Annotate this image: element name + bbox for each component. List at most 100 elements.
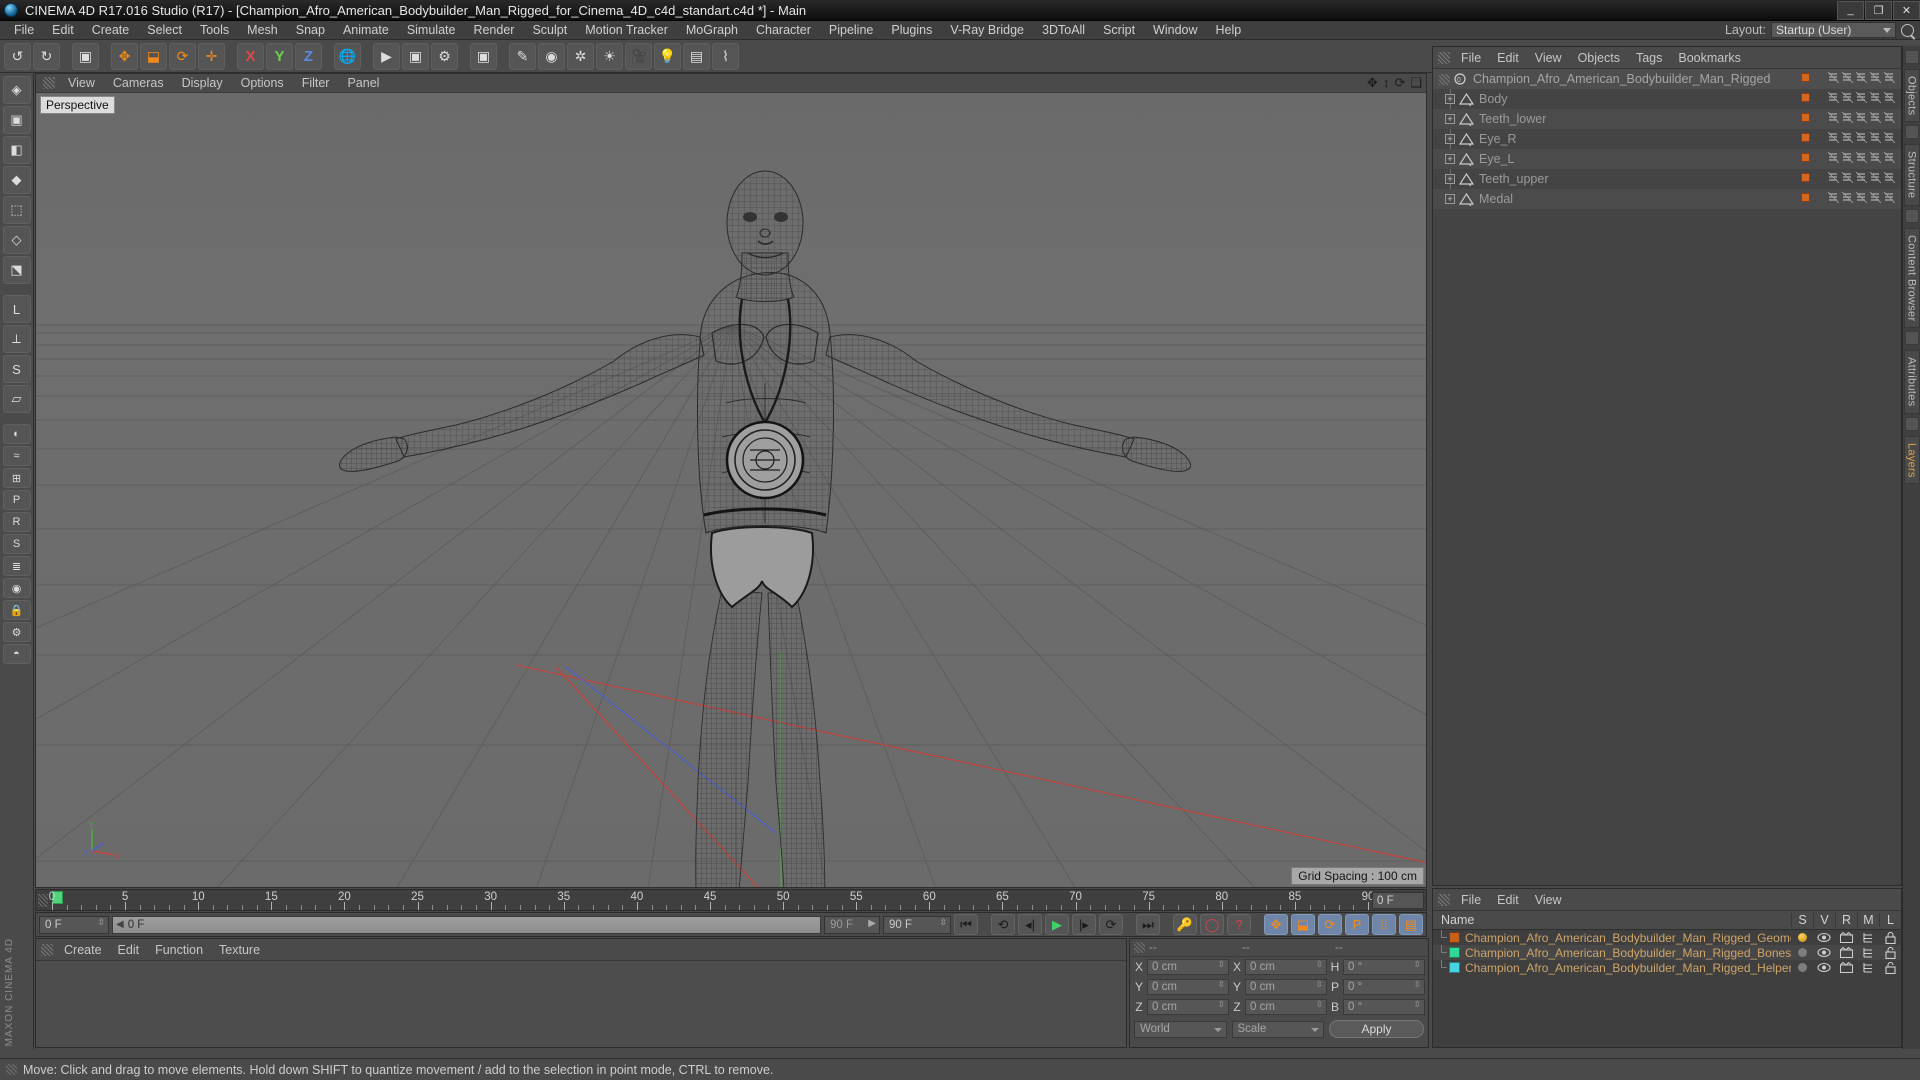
- cube-primitive-button[interactable]: ▣: [470, 42, 497, 70]
- layout-dropdown[interactable]: Startup (User): [1771, 22, 1896, 38]
- object-tree[interactable]: 0 Champion_Afro_American_Bodybuilder_Man_…: [1433, 69, 1901, 885]
- uv-tag-icon[interactable]: [1869, 191, 1882, 204]
- panel-grip-icon[interactable]: [38, 894, 48, 907]
- render-settings-button[interactable]: ⚙: [431, 42, 458, 70]
- preview-end-field[interactable]: 90 F ▶: [824, 915, 880, 934]
- skin-tag-icon[interactable]: [1841, 111, 1854, 124]
- dock-tab-attributes[interactable]: Attributes: [1903, 350, 1920, 414]
- uv-tag-icon[interactable]: [1869, 151, 1882, 164]
- menu-edit[interactable]: Edit: [43, 21, 83, 40]
- menu-animate[interactable]: Animate: [334, 21, 398, 40]
- spinner-icon[interactable]: ⇳: [97, 917, 105, 926]
- expand-toggle-icon[interactable]: +: [1445, 94, 1455, 104]
- layer-visible-toggle[interactable]: [1813, 932, 1835, 944]
- layer-solo-toggle[interactable]: [1791, 947, 1813, 959]
- dock-icon-content-browser[interactable]: [1904, 208, 1919, 223]
- matmgr-menu-edit[interactable]: Edit: [110, 939, 148, 961]
- phong-tag-icon[interactable]: [1883, 111, 1896, 124]
- minimize-button[interactable]: _: [1837, 0, 1864, 20]
- size-y-input[interactable]: 0 cm ⇳: [1245, 979, 1327, 995]
- tool-viewport-solo[interactable]: ◐: [2, 424, 31, 444]
- transform-button[interactable]: ✛: [198, 42, 225, 70]
- layer-visible-toggle[interactable]: [1813, 947, 1835, 959]
- object-row-root[interactable]: 0 Champion_Afro_American_Bodybuilder_Man_…: [1433, 69, 1901, 89]
- tool-lock[interactable]: 🔒: [2, 600, 31, 620]
- panel-grip-icon[interactable]: [1438, 51, 1450, 64]
- phong-tag-icon[interactable]: [1883, 151, 1896, 164]
- panel-grip-icon[interactable]: [6, 1064, 17, 1075]
- object-row[interactable]: + Teeth_upper: [1433, 169, 1901, 189]
- coordinate-mode-dropdown[interactable]: Scale: [1231, 1020, 1324, 1038]
- viewport-menu-display[interactable]: Display: [173, 74, 232, 93]
- move-button[interactable]: ✥: [111, 42, 138, 70]
- maximize-button[interactable]: ❐: [1865, 0, 1892, 20]
- layer-render-toggle[interactable]: [1835, 947, 1857, 959]
- layer-lock-toggle[interactable]: [1879, 946, 1901, 959]
- object-row[interactable]: + Medal: [1433, 189, 1901, 209]
- timeline-button[interactable]: ▤: [1399, 914, 1423, 935]
- material-tag-icon[interactable]: [1801, 73, 1810, 82]
- weight-tag-icon[interactable]: [1827, 191, 1840, 204]
- dock-tab-layers[interactable]: Layers: [1903, 435, 1920, 485]
- viewport-menu-view[interactable]: View: [59, 74, 104, 93]
- menu-v-ray-bridge[interactable]: V-Ray Bridge: [941, 21, 1033, 40]
- tool-edge-mode[interactable]: ◇: [2, 226, 31, 254]
- spinner-icon[interactable]: ⇳: [1217, 980, 1225, 989]
- material-tag-icon[interactable]: [1801, 193, 1810, 202]
- layer-lock-toggle[interactable]: [1879, 961, 1901, 974]
- generator-button[interactable]: ◉: [538, 42, 565, 70]
- current-frame-input[interactable]: 0 F ⇳: [39, 915, 109, 934]
- weight-tag-icon[interactable]: [1827, 71, 1840, 84]
- skin-tag-icon[interactable]: [1841, 151, 1854, 164]
- viewport-menu-filter[interactable]: Filter: [293, 74, 339, 93]
- weight-tag-icon[interactable]: [1827, 151, 1840, 164]
- environment-button[interactable]: ☀: [596, 42, 623, 70]
- object-row[interactable]: + Eye_R: [1433, 129, 1901, 149]
- weight-tag-icon[interactable]: [1827, 171, 1840, 184]
- layer-solo-toggle[interactable]: [1791, 932, 1813, 944]
- panel-grip-icon[interactable]: [43, 77, 55, 89]
- matmgr-menu-create[interactable]: Create: [56, 939, 110, 961]
- layer-manager-toggle[interactable]: [1857, 932, 1879, 944]
- panel-grip-icon[interactable]: [1438, 893, 1450, 906]
- dock-icon-structure[interactable]: [1904, 125, 1919, 140]
- layer-row[interactable]: Champion_Afro_American_Bodybuilder_Man_R…: [1433, 930, 1901, 945]
- timeline-frame-field[interactable]: 0 F: [1372, 892, 1424, 909]
- objmgr-menu-objects[interactable]: Objects: [1570, 47, 1628, 69]
- menu-help[interactable]: Help: [1207, 21, 1251, 40]
- tool-layer[interactable]: ≣: [2, 556, 31, 576]
- pose-tag-icon[interactable]: [1855, 151, 1868, 164]
- dock-tab-structure[interactable]: Structure: [1903, 144, 1920, 206]
- viewport-canvas[interactable]: [36, 93, 1426, 887]
- render-view-button[interactable]: ▶: [373, 42, 400, 70]
- menu-pipeline[interactable]: Pipeline: [820, 21, 882, 40]
- skin-tag-icon[interactable]: [1841, 171, 1854, 184]
- go-to-start-button[interactable]: ⏮: [954, 914, 978, 935]
- pose-tag-icon[interactable]: [1855, 111, 1868, 124]
- material-tag-icon[interactable]: [1801, 93, 1810, 102]
- menu-file[interactable]: File: [5, 21, 43, 40]
- tool-axis-lock[interactable]: L: [2, 295, 31, 323]
- tool-settings[interactable]: ⚙: [2, 622, 31, 642]
- layer-solo-toggle[interactable]: [1791, 962, 1813, 974]
- expand-toggle-icon[interactable]: +: [1445, 194, 1455, 204]
- scale-button[interactable]: ⬓: [140, 42, 167, 70]
- viewport-panel[interactable]: View Cameras Display Options Filter Panel ✥ ↕ ⟳…: [35, 73, 1427, 888]
- spinner-icon[interactable]: ⇳: [1217, 960, 1225, 969]
- menu-mograph[interactable]: MoGraph: [677, 21, 747, 40]
- dock-tab-objects[interactable]: Objects: [1903, 69, 1920, 123]
- tool-color[interactable]: ◓: [2, 644, 31, 664]
- toggle-layout-icon[interactable]: ❏: [1410, 76, 1422, 90]
- pos-y-input[interactable]: 0 cm ⇳: [1147, 979, 1229, 995]
- matmgr-menu-function[interactable]: Function: [147, 939, 211, 961]
- material-tag-icon[interactable]: [1801, 173, 1810, 182]
- object-row[interactable]: + Body: [1433, 89, 1901, 109]
- tool-model-mode[interactable]: ▣: [2, 106, 31, 134]
- menu-create[interactable]: Create: [83, 21, 139, 40]
- apply-button[interactable]: Apply: [1329, 1020, 1424, 1038]
- menu-plugins[interactable]: Plugins: [882, 21, 941, 40]
- objmgr-menu-view[interactable]: View: [1527, 47, 1570, 69]
- pos-z-input[interactable]: 0 cm ⇳: [1147, 999, 1229, 1015]
- rot-b-input[interactable]: 0 ° ⇳: [1343, 999, 1425, 1015]
- skin-tag-icon[interactable]: [1841, 191, 1854, 204]
